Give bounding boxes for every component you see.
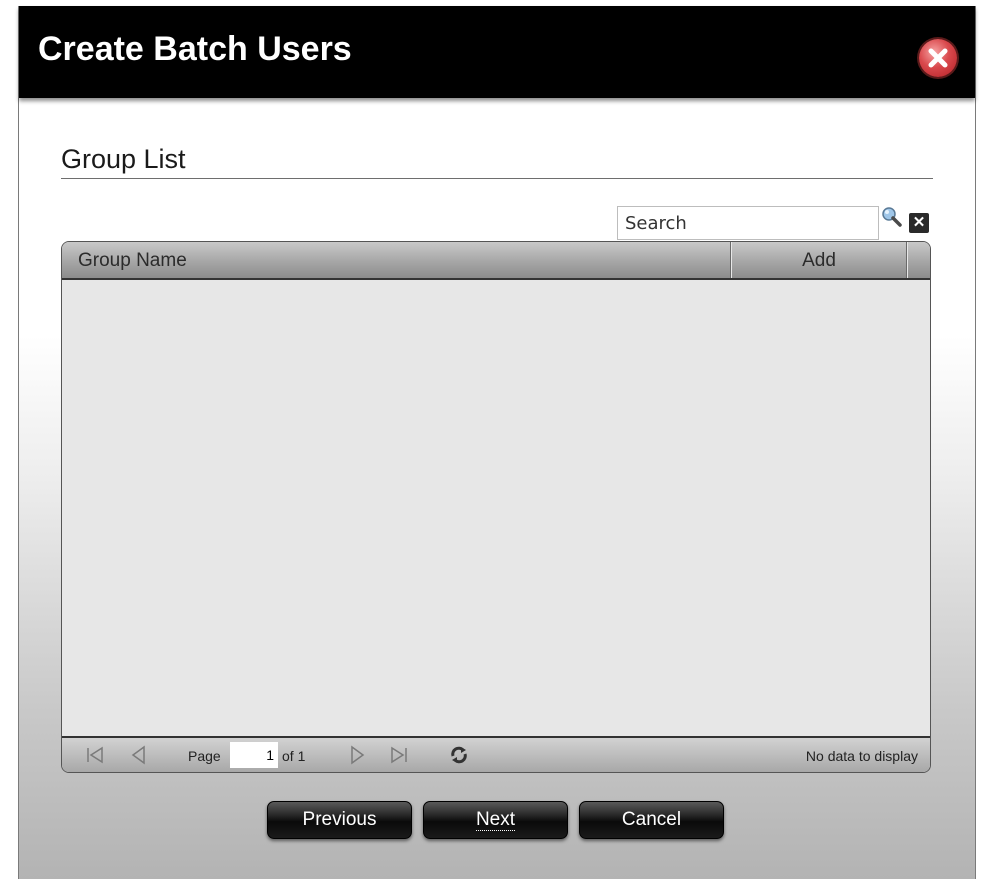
dialog-titlebar: Create Batch Users [19, 6, 975, 98]
dialog-title: Create Batch Users [38, 30, 352, 68]
last-page-icon[interactable] [388, 745, 410, 765]
grid-status-text: No data to display [805, 748, 918, 764]
search-icon[interactable] [881, 206, 903, 230]
close-icon[interactable] [919, 39, 957, 77]
column-header-group-name[interactable]: Group Name [78, 250, 187, 272]
create-batch-users-dialog: Create Batch Users Group List ✕ Group Na… [18, 6, 976, 879]
page-label: Page [188, 748, 221, 764]
grid-body [62, 280, 930, 735]
column-header-add[interactable]: Add [732, 250, 906, 272]
group-grid: Group Name Add Page of 1 [61, 241, 931, 773]
next-page-icon[interactable] [346, 745, 368, 765]
search-input[interactable] [617, 206, 879, 240]
page-number-input[interactable] [230, 742, 278, 768]
next-button-label: Next [475, 809, 516, 831]
page-count-label: of 1 [282, 748, 306, 764]
clear-search-icon[interactable]: ✕ [909, 213, 929, 233]
prev-page-icon[interactable] [128, 745, 150, 765]
grid-header: Group Name Add [62, 242, 930, 280]
refresh-icon[interactable] [448, 745, 470, 765]
cancel-button[interactable]: Cancel [579, 801, 724, 839]
group-list-title: Group List [61, 144, 186, 174]
column-divider[interactable] [906, 242, 908, 278]
previous-button[interactable]: Previous [267, 801, 412, 839]
first-page-icon[interactable] [84, 745, 106, 765]
grid-pager: Page of 1 [62, 736, 930, 772]
next-button[interactable]: Next [423, 801, 568, 839]
section-divider [61, 178, 933, 179]
